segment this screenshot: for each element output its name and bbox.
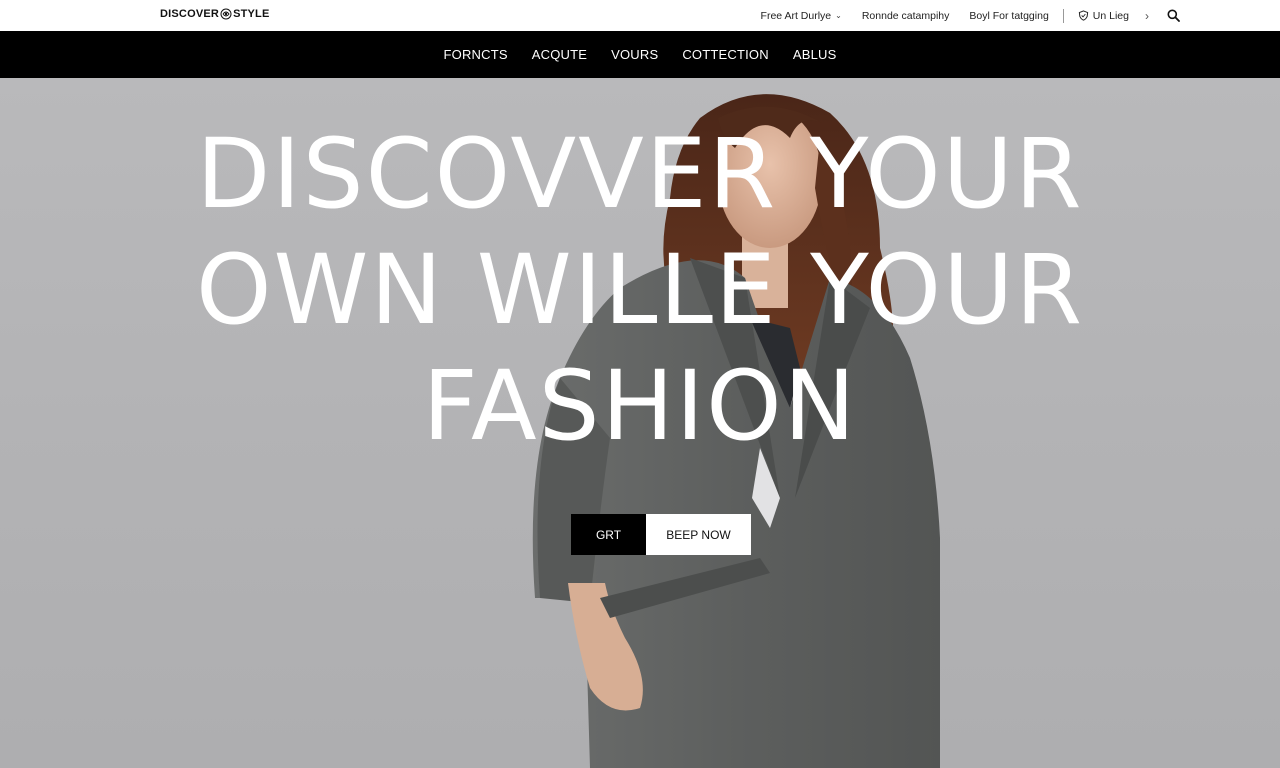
account-link[interactable]: Un Lieg — [1078, 10, 1129, 22]
utility-link-tagging[interactable]: Boyl For tatgging — [969, 10, 1048, 22]
shield-icon — [1078, 10, 1088, 21]
account-label: Un Lieg — [1092, 9, 1129, 22]
utility-link-art[interactable]: Free Art Durlye ⌄ — [761, 10, 842, 22]
logo-text-left: DISCOVER — [160, 8, 220, 20]
nav-item-acquire[interactable]: ACQUTE — [532, 43, 587, 66]
get-button[interactable]: GRT — [571, 514, 646, 555]
hero-headline: DISCOVVER YOUR OWN WILLE YOUR FASHION — [0, 126, 1280, 474]
headline-line: FASHION — [422, 350, 858, 462]
utility-link-category[interactable]: Ronnde catampihy — [862, 10, 950, 22]
nav-item-yours[interactable]: VOURS — [611, 43, 658, 66]
headline-line: DISCOVVER YOUR — [196, 118, 1084, 230]
utility-links: Free Art Durlye ⌄ Ronnde catampihy Boyl … — [761, 0, 1180, 31]
divider — [1062, 8, 1064, 23]
headline-line: OWN WILLE YOUR — [195, 234, 1085, 346]
utility-link-label: Free Art Durlye — [760, 9, 832, 22]
cta-group: GRT BEEP NOW — [571, 514, 751, 555]
caret-down-icon: ⌄ — [835, 11, 842, 20]
utility-link-label: Ronnde catampihy — [861, 9, 950, 22]
logo-text-right: STYLE — [233, 8, 270, 20]
main-nav: FORNCTS ACQUTE VOURS COTTECTION ABLUS — [0, 31, 1280, 78]
chevron-right-icon[interactable]: › — [1145, 9, 1149, 23]
brand-logo[interactable]: DISCOVER STYLE — [160, 8, 270, 20]
hero-banner: DISCOVVER YOUR OWN WILLE YOUR FASHION GR… — [0, 78, 1280, 768]
search-icon[interactable] — [1167, 9, 1180, 22]
utility-link-label: Boyl For tatgging — [969, 9, 1049, 22]
nav-item-products[interactable]: FORNCTS — [444, 43, 508, 66]
shop-now-button[interactable]: BEEP NOW — [646, 514, 751, 555]
logo-emblem-icon — [220, 8, 232, 20]
nav-item-collection[interactable]: COTTECTION — [682, 43, 769, 66]
nav-item-about[interactable]: ABLUS — [793, 43, 837, 66]
utility-bar: DISCOVER STYLE Free Art Durlye ⌄ Ronnde … — [0, 0, 1280, 31]
